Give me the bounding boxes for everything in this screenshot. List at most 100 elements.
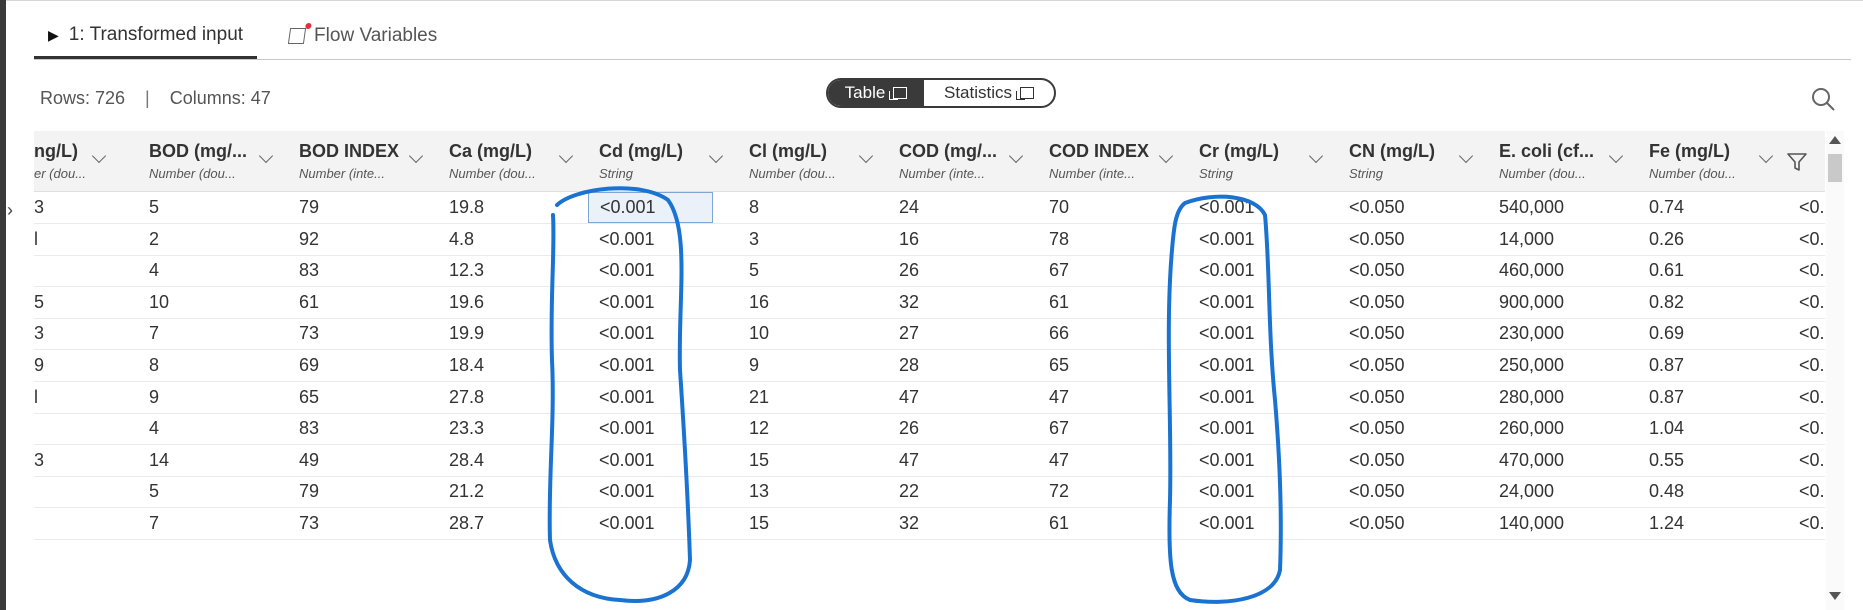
tab-flow-variables[interactable]: Flow Variables <box>275 14 451 58</box>
chevron-down-icon[interactable] <box>1308 148 1324 164</box>
table-cell[interactable]: 28.7 <box>449 508 583 539</box>
table-cell[interactable]: 3 <box>34 445 94 476</box>
table-cell[interactable]: 47 <box>899 445 1033 476</box>
table-cell[interactable]: <0.001 <box>599 508 733 539</box>
table-cell[interactable]: 19.8 <box>449 192 583 223</box>
table-cell[interactable]: 9 <box>34 350 94 381</box>
table-cell[interactable] <box>34 508 94 539</box>
chevron-down-icon[interactable] <box>558 148 574 164</box>
table-cell[interactable]: 8 <box>749 192 883 223</box>
table-cell[interactable]: 27.8 <box>449 382 583 413</box>
table-cell[interactable]: 0.26 <box>1649 224 1783 255</box>
table-cell[interactable]: <0.001 <box>1199 382 1333 413</box>
table-cell[interactable]: <0.001 <box>599 413 733 444</box>
search-icon[interactable] <box>1810 86 1836 112</box>
statistics-view-button[interactable]: Statistics <box>924 80 1054 106</box>
column-header[interactable]: Cl (mg/L) Number (dou... <box>749 131 889 191</box>
table-cell[interactable]: 15 <box>749 508 883 539</box>
table-cell[interactable]: 47 <box>1049 445 1183 476</box>
table-cell[interactable]: <0.001 <box>599 224 733 255</box>
column-header[interactable]: Fe (mg/L) Number (dou... <box>1649 131 1789 191</box>
table-cell[interactable]: 65 <box>299 382 433 413</box>
table-cell[interactable]: 5 <box>149 476 283 507</box>
table-cell[interactable]: <0.0 <box>1799 508 1825 539</box>
table-cell[interactable]: 26 <box>899 255 1033 286</box>
table-cell[interactable]: 7 <box>149 318 283 349</box>
column-header[interactable]: COD INDEX Number (inte... <box>1049 131 1189 191</box>
table-cell[interactable]: 18.4 <box>449 350 583 381</box>
table-cell[interactable]: 9 <box>749 350 883 381</box>
table-row[interactable]: 3 5 79 19.8 <0.001 8 24 70 <0.001 <0.050 540,000 0.… <box>34 192 1825 224</box>
table-cell[interactable]: 16 <box>899 224 1033 255</box>
table-cell[interactable] <box>34 413 94 444</box>
table-view-button[interactable]: Table <box>828 80 924 106</box>
table-cell[interactable]: 21.2 <box>449 476 583 507</box>
table-cell[interactable] <box>34 255 94 286</box>
table-cell[interactable]: <0.050 <box>1349 445 1483 476</box>
table-cell[interactable]: 73 <box>299 318 433 349</box>
chevron-down-icon[interactable] <box>708 148 724 164</box>
table-cell[interactable]: 280,000 <box>1499 382 1633 413</box>
table-cell[interactable]: <0.001 <box>1199 350 1333 381</box>
table-cell[interactable]: 28 <box>899 350 1033 381</box>
table-cell[interactable]: 4.8 <box>449 224 583 255</box>
table-cell[interactable]: <0.001 <box>1199 192 1333 223</box>
table-cell[interactable]: 83 <box>299 413 433 444</box>
column-header[interactable]: BOD (mg/... Number (dou... <box>149 131 289 191</box>
table-cell[interactable]: <0.050 <box>1349 350 1483 381</box>
table-cell[interactable]: 460,000 <box>1499 255 1633 286</box>
table-cell[interactable]: 4 <box>149 255 283 286</box>
table-cell[interactable]: <0.001 <box>1199 476 1333 507</box>
table-cell[interactable]: <0.0 <box>1799 350 1825 381</box>
table-cell[interactable]: 0.61 <box>1649 255 1783 286</box>
table-cell[interactable] <box>34 476 94 507</box>
table-cell[interactable]: 21 <box>749 382 883 413</box>
table-cell[interactable]: 0.69 <box>1649 318 1783 349</box>
chevron-down-icon[interactable] <box>858 148 874 164</box>
table-row[interactable]: 5 79 21.2 <0.001 13 22 72 <0.001 <0.050 24,000 0.4… <box>34 476 1825 509</box>
table-cell[interactable]: 32 <box>899 508 1033 539</box>
table-cell[interactable]: 10 <box>149 287 283 318</box>
table-cell[interactable]: 9 <box>149 382 283 413</box>
table-cell[interactable]: 79 <box>299 192 433 223</box>
table-cell[interactable]: 540,000 <box>1499 192 1633 223</box>
table-cell[interactable]: 16 <box>749 287 883 318</box>
table-cell[interactable]: 61 <box>299 287 433 318</box>
table-row[interactable]: l 9 65 27.8 <0.001 21 47 47 <0.001 <0.050 280,000 0… <box>34 382 1825 414</box>
chevron-down-icon[interactable] <box>1458 148 1474 164</box>
table-cell[interactable]: 2 <box>149 224 283 255</box>
table-row[interactable]: 5 10 61 19.6 <0.001 16 32 61 <0.001 <0.050 900,000… <box>34 287 1825 319</box>
table-cell[interactable]: 78 <box>1049 224 1183 255</box>
scroll-down-arrow-icon[interactable] <box>1829 592 1841 600</box>
table-cell[interactable]: 61 <box>1049 508 1183 539</box>
table-cell[interactable]: 7 <box>149 508 283 539</box>
table-cell[interactable]: 32 <box>899 287 1033 318</box>
table-cell[interactable]: 14,000 <box>1499 224 1633 255</box>
table-cell[interactable]: <0.001 <box>1199 445 1333 476</box>
chevron-down-icon[interactable] <box>1158 148 1174 164</box>
table-cell[interactable]: 22 <box>899 476 1033 507</box>
table-cell[interactable]: 67 <box>1049 255 1183 286</box>
table-row[interactable]: 3 7 73 19.9 <0.001 10 27 66 <0.001 <0.050 230,000 0… <box>34 318 1825 351</box>
table-cell[interactable]: 470,000 <box>1499 445 1633 476</box>
table-cell[interactable]: 26 <box>899 413 1033 444</box>
table-cell[interactable]: 0.87 <box>1649 382 1783 413</box>
table-cell[interactable]: 92 <box>299 224 433 255</box>
table-cell[interactable]: 3 <box>34 192 94 223</box>
table-cell[interactable]: 28.4 <box>449 445 583 476</box>
table-cell[interactable]: 5 <box>149 192 283 223</box>
table-cell[interactable]: <0.050 <box>1349 382 1483 413</box>
table-row[interactable]: 4 83 12.3 <0.001 5 26 67 <0.001 <0.050 460,000 0.6… <box>34 255 1825 288</box>
table-row[interactable]: 9 8 69 18.4 <0.001 9 28 65 <0.001 <0.050 250,000 0.… <box>34 350 1825 382</box>
column-header[interactable]: BOD INDEX Number (inte... <box>299 131 439 191</box>
chevron-down-icon[interactable] <box>408 148 424 164</box>
table-cell[interactable]: 24 <box>899 192 1033 223</box>
column-header[interactable]: ng/L) er (dou... <box>34 131 134 191</box>
table-cell[interactable]: 140,000 <box>1499 508 1633 539</box>
table-cell[interactable]: 19.6 <box>449 287 583 318</box>
table-cell[interactable]: 72 <box>1049 476 1183 507</box>
table-cell[interactable]: 0.74 <box>1649 192 1783 223</box>
table-cell[interactable]: 230,000 <box>1499 318 1633 349</box>
table-cell[interactable]: 12.3 <box>449 255 583 286</box>
table-cell[interactable]: 23.3 <box>449 413 583 444</box>
